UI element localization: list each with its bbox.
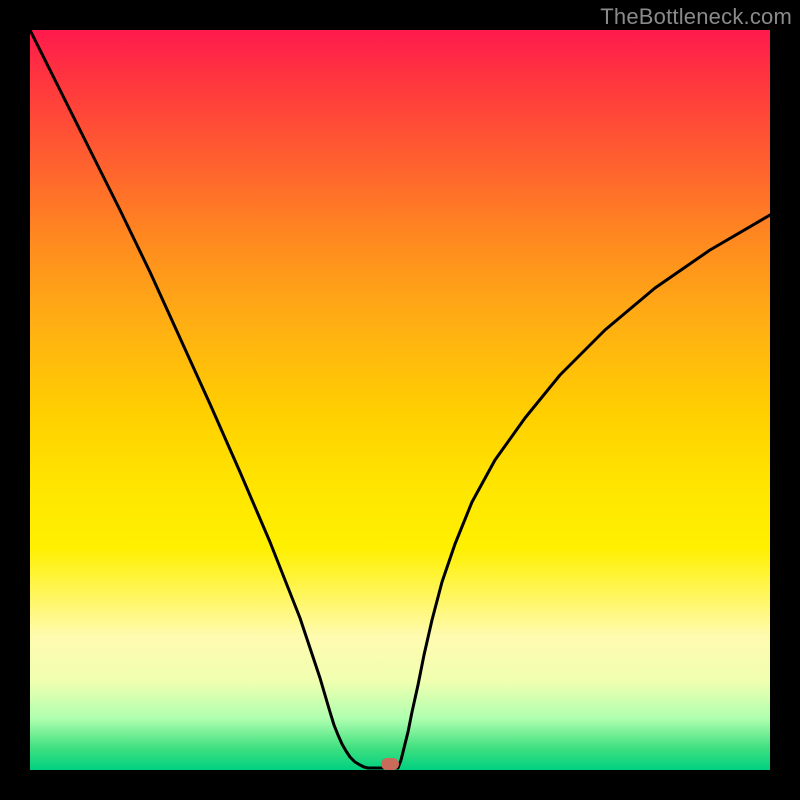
chart-frame: TheBottleneck.com	[0, 0, 800, 800]
bottleneck-curve	[30, 30, 770, 770]
watermark-text: TheBottleneck.com	[600, 4, 792, 30]
curve-path	[30, 30, 770, 768]
minimum-marker	[381, 758, 399, 770]
